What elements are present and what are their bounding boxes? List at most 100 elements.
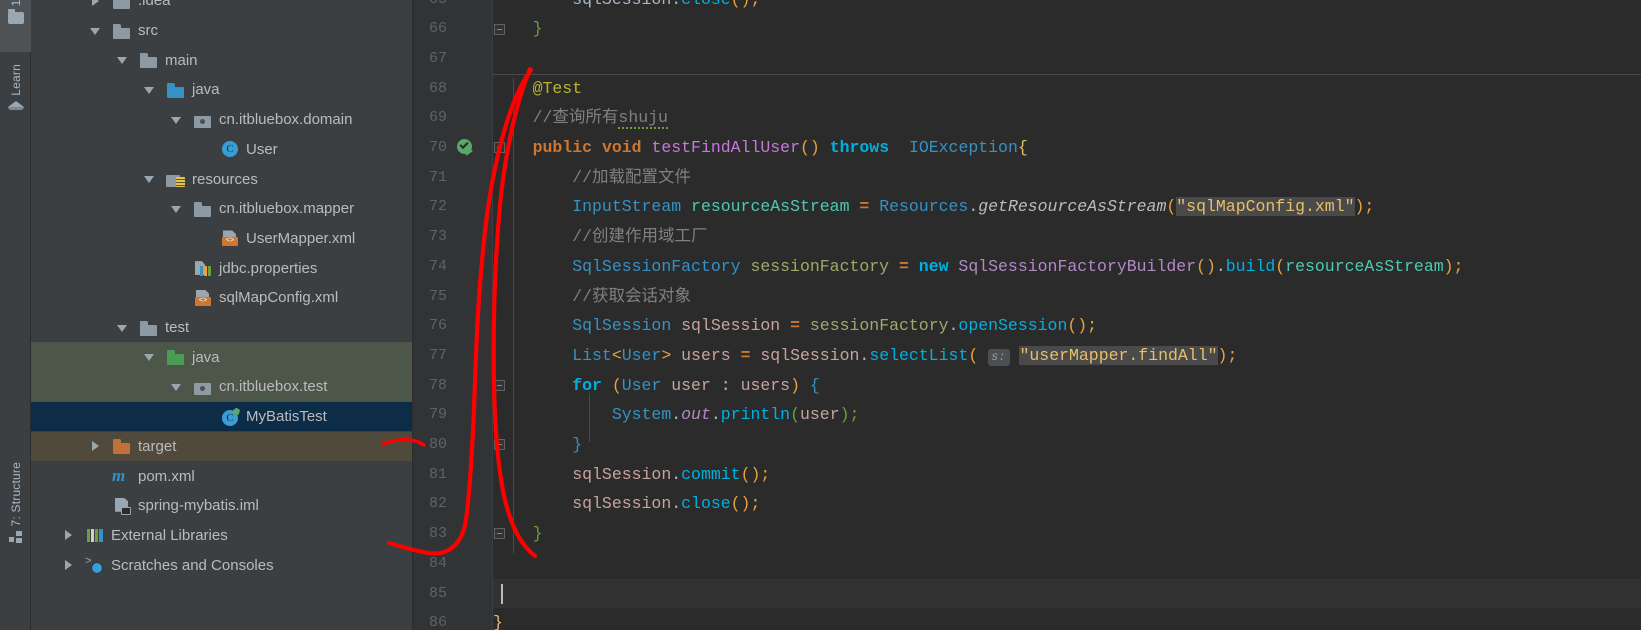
chevron-right-icon[interactable] (88, 0, 104, 9)
tree-item-pom-xml[interactable]: pom.xml (31, 461, 412, 491)
code-line-81[interactable]: sqlSession.commit(); (493, 460, 770, 490)
folder-icon (112, 0, 132, 10)
chevron-down-icon[interactable] (169, 112, 185, 128)
tree-item-label: java (192, 81, 220, 99)
code-line-75[interactable]: //获取会话对象 (493, 282, 691, 312)
line-number: 82 (428, 495, 447, 513)
tool-button-structure[interactable]: 7: Structure (0, 462, 31, 544)
tree-item-src[interactable]: src (31, 16, 412, 46)
tree-item-label: External Libraries (111, 526, 228, 544)
tree-item-java[interactable]: java (31, 342, 412, 373)
tool-button-project-label: 1: (8, 0, 23, 7)
tree-item-label: cn.itbluebox.test (219, 378, 328, 396)
line-number: 73 (428, 228, 447, 246)
chevron-right-icon[interactable] (88, 438, 104, 454)
method-separator (493, 73, 1641, 75)
tree-item-mybatistest[interactable]: MyBatisTest (31, 401, 412, 432)
graduation-cap-icon (7, 100, 24, 110)
code-line-80[interactable]: } (493, 430, 582, 460)
structure-icon (8, 531, 23, 544)
code-editor[interactable]: 65 66 67 68 69 70 71 72 73 74 75 76 77 78 79 80 81 82 83 84… (413, 0, 1641, 630)
code-line-78[interactable]: for (User user : users) { (493, 371, 820, 401)
xml-file-icon (193, 289, 213, 307)
code-line-79[interactable]: System.out.println(user); (493, 400, 860, 430)
tree-item-user[interactable]: User (31, 135, 412, 165)
text-caret (501, 583, 503, 604)
chevron-down-icon[interactable] (142, 349, 158, 365)
code-line-71[interactable]: //加载配置文件 (493, 163, 691, 193)
tree-item-main[interactable]: main (31, 45, 412, 75)
tree-item-usermapper-xml[interactable]: UserMapper.xml (31, 224, 412, 254)
resources-folder-icon (166, 170, 186, 188)
code-line-74[interactable]: SqlSessionFactory sessionFactory = new S… (493, 252, 1463, 282)
tree-item-cn-itbluebox-domain[interactable]: cn.itbluebox.domain (31, 105, 412, 135)
tree-arrow-placeholder (196, 141, 212, 157)
chevron-right-icon[interactable] (61, 527, 77, 543)
run-test-gutter-icon[interactable] (457, 139, 475, 157)
tree-item-test[interactable]: test (31, 313, 412, 343)
code-line-68[interactable]: @Test (493, 74, 583, 104)
tree-arrow-placeholder (196, 409, 212, 425)
chevron-down-icon[interactable] (169, 201, 185, 217)
tool-button-structure-label: 7: Structure (8, 462, 23, 527)
tree-item-external-libraries[interactable]: External Libraries (31, 521, 412, 551)
tree-item-resources[interactable]: resources (31, 164, 412, 194)
code-line-73[interactable]: //创建作用域工厂 (493, 222, 707, 252)
code-line-76[interactable]: SqlSession sqlSession = sessionFactory.o… (493, 311, 1097, 341)
chevron-down-icon[interactable] (142, 82, 158, 98)
tree-item-spring-mybatis-iml[interactable]: spring-mybatis.iml (31, 491, 412, 521)
tree-item-cn-itbluebox-mapper[interactable]: cn.itbluebox.mapper (31, 194, 412, 224)
tree-item-label: cn.itbluebox.mapper (219, 200, 355, 218)
tree-item-target[interactable]: target (31, 431, 412, 462)
tree-item-label: pom.xml (138, 467, 195, 485)
project-tree[interactable]: .idea src main java cn.itbluebox.domain User r… (31, 0, 413, 630)
tree-arrow-placeholder (169, 260, 185, 276)
tool-button-learn-label: Learn (8, 64, 23, 96)
tree-arrow-placeholder (88, 498, 104, 514)
line-number: 69 (428, 109, 447, 127)
tree-item-scratches-and-consoles[interactable]: Scratches and Consoles (31, 550, 412, 580)
java-test-class-icon (220, 408, 240, 426)
chevron-down-icon[interactable] (115, 52, 131, 68)
package-icon (193, 111, 213, 129)
chevron-down-icon[interactable] (88, 23, 104, 39)
tree-item-label: main (165, 51, 198, 69)
line-number: 72 (428, 198, 447, 216)
tool-button-project[interactable]: 1: (0, 0, 31, 52)
tree-item-jdbc-properties[interactable]: jdbc.properties (31, 253, 412, 283)
code-line-65[interactable]: sqlSession.close(); (493, 0, 760, 14)
editor-code-area[interactable]: sqlSession.close(); } @Test //查询所有shuju … (493, 0, 1641, 630)
tree-item-cn-itbluebox-test[interactable]: cn.itbluebox.test (31, 372, 412, 402)
folder-icon (7, 9, 24, 25)
iml-file-icon (112, 497, 132, 515)
folder-orange-icon (112, 437, 132, 455)
line-number: 84 (428, 554, 447, 572)
chevron-down-icon[interactable] (115, 320, 131, 336)
tree-item--idea[interactable]: .idea (31, 0, 412, 16)
chevron-down-icon[interactable] (169, 379, 185, 395)
java-class-icon (220, 140, 240, 158)
code-line-66[interactable]: } (493, 14, 543, 44)
code-line-83[interactable]: } (493, 519, 543, 549)
chevron-right-icon[interactable] (61, 557, 77, 573)
line-number: 68 (428, 79, 447, 97)
code-line-86[interactable]: } (493, 608, 503, 630)
folder-green-icon (166, 348, 186, 366)
line-number: 78 (428, 376, 447, 394)
editor-gutter[interactable]: 65 66 67 68 69 70 71 72 73 74 75 76 77 78 79 80 81 82 83 84… (413, 0, 505, 630)
tree-item-label: sqlMapConfig.xml (219, 289, 339, 307)
tree-item-label: spring-mybatis.iml (138, 497, 259, 515)
code-line-82[interactable]: sqlSession.close(); (493, 489, 760, 519)
tool-button-learn[interactable]: Learn (0, 64, 31, 110)
properties-file-icon (193, 259, 213, 277)
code-line-69[interactable]: //查询所有shuju (493, 103, 668, 133)
code-line-70[interactable]: public void testFindAllUser() throws IOE… (493, 133, 1028, 163)
code-line-77[interactable]: List<User> users = sqlSession.selectList… (493, 341, 1237, 371)
line-number: 65 (413, 0, 447, 14)
line-number: 66 (428, 20, 447, 38)
tree-item-java[interactable]: java (31, 75, 412, 105)
tree-item-label: MyBatisTest (246, 408, 327, 426)
code-line-72[interactable]: InputStream resourceAsStream = Resources… (493, 192, 1374, 222)
tree-item-sqlmapconfig-xml[interactable]: sqlMapConfig.xml (31, 283, 412, 313)
chevron-down-icon[interactable] (142, 171, 158, 187)
